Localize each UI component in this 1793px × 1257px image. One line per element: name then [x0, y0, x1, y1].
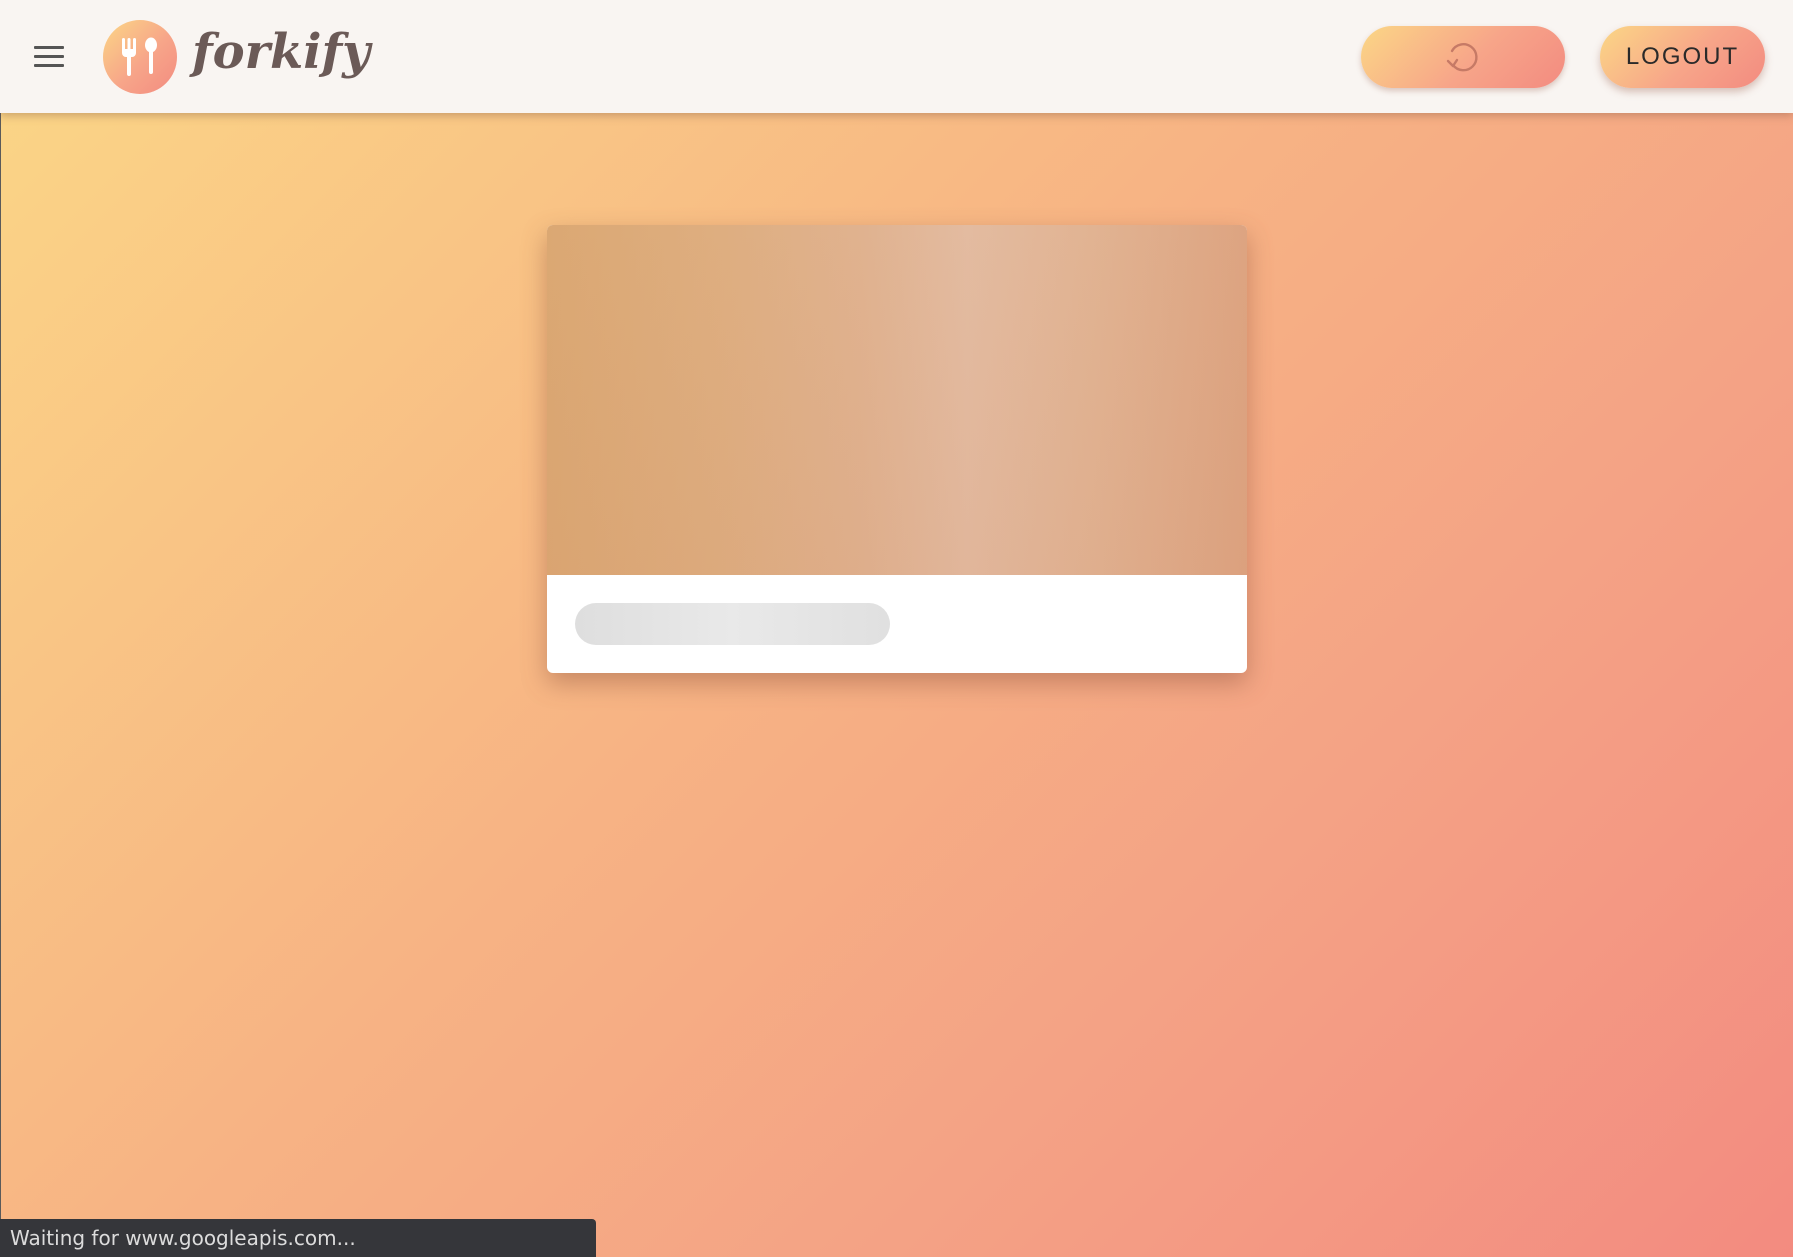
- logout-button[interactable]: LOGOUT: [1600, 26, 1765, 88]
- refresh-button[interactable]: [1361, 26, 1565, 88]
- brand-wordmark[interactable]: forkify: [192, 22, 370, 82]
- menu-line: [34, 64, 64, 67]
- refresh-icon: [1446, 43, 1478, 72]
- window-border-left: [0, 0, 1, 1257]
- menu-line: [34, 55, 64, 58]
- menu-line: [34, 46, 64, 49]
- recipe-title-placeholder: [575, 603, 890, 645]
- browser-status-bar: Waiting for www.googleapis.com...: [0, 1219, 596, 1257]
- hamburger-menu-button[interactable]: [28, 42, 72, 72]
- top-nav-bar: forkify LOGOUT: [0, 0, 1793, 113]
- logo[interactable]: [103, 20, 177, 94]
- recipe-card-skeleton: [547, 225, 1247, 673]
- fork-spoon-icon: [122, 37, 157, 76]
- recipe-image-placeholder: [547, 225, 1247, 575]
